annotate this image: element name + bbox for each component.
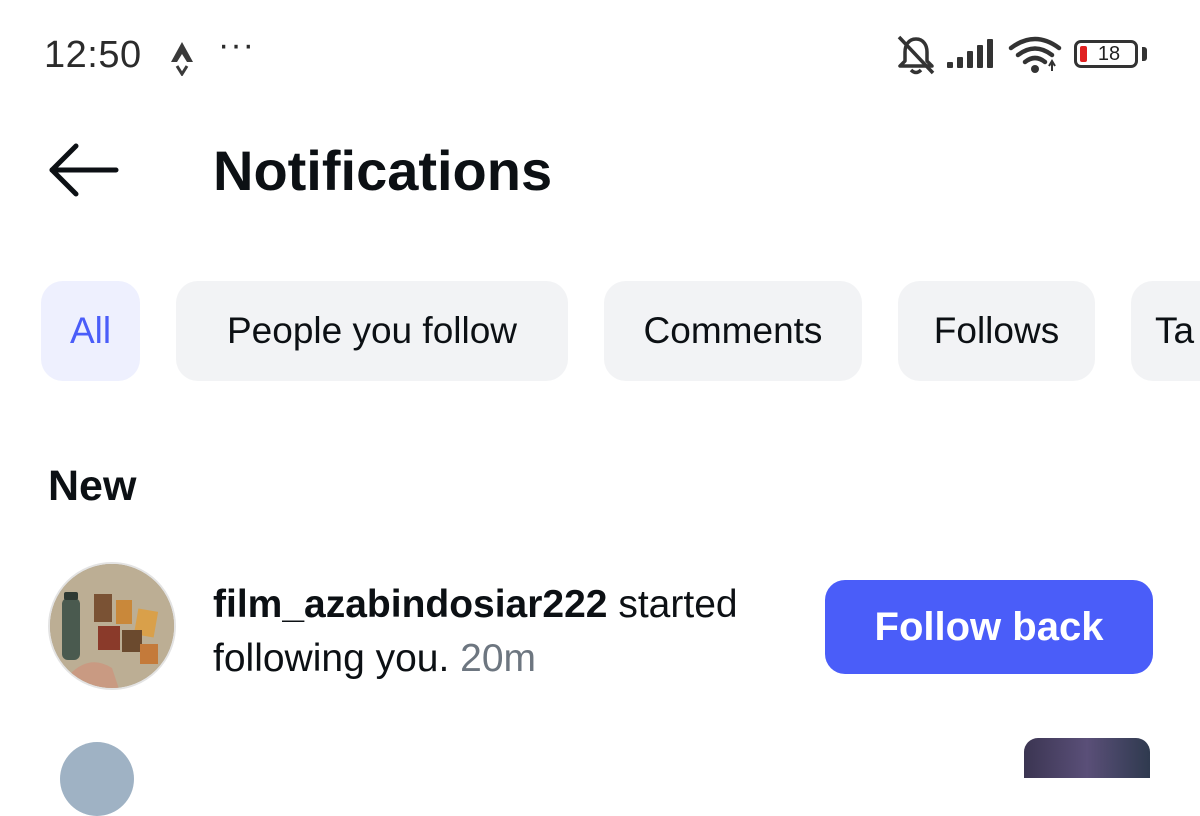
mute-icon <box>894 34 938 81</box>
filter-chip-people-you-follow[interactable]: People you follow <box>176 281 568 381</box>
filter-chip-label: All <box>69 310 112 351</box>
avatar[interactable] <box>48 562 176 690</box>
more-dots-icon: ··· <box>218 26 255 64</box>
filter-chip-label: Ta <box>1155 310 1195 351</box>
status-time: 12:50 <box>44 34 142 76</box>
filter-chip-label: Follows <box>933 310 1060 351</box>
activity-icon <box>167 36 197 81</box>
follow-back-button[interactable]: Follow back <box>825 580 1153 674</box>
notification-time: 20m <box>460 637 537 680</box>
follow-back-label: Follow back <box>874 604 1104 649</box>
notification-username[interactable]: film_azabindosiar222 <box>213 583 608 626</box>
section-heading-new: New <box>48 462 137 510</box>
avatar[interactable] <box>60 742 134 816</box>
battery-icon: 18 <box>1074 40 1138 68</box>
filter-chip-all[interactable]: All <box>41 281 140 381</box>
post-thumbnail[interactable] <box>1024 738 1150 778</box>
filter-chip-label: Comments <box>643 310 823 351</box>
status-bar: 12:50 ··· 18 <box>0 0 1200 110</box>
wifi-icon <box>1008 36 1062 79</box>
filter-chip-comments[interactable]: Comments <box>604 281 862 381</box>
filter-chip-follows[interactable]: Follows <box>898 281 1095 381</box>
page-title: Notifications <box>213 139 553 202</box>
battery-percent: 18 <box>1097 43 1121 65</box>
filter-chip-label: People you follow <box>226 310 518 351</box>
notification-text: film_azabindosiar222 started following y… <box>213 578 803 686</box>
back-arrow-icon[interactable] <box>44 140 120 200</box>
signal-icon <box>945 38 997 75</box>
battery-tip <box>1142 47 1147 61</box>
filter-chip-tags[interactable]: Ta <box>1131 281 1200 381</box>
